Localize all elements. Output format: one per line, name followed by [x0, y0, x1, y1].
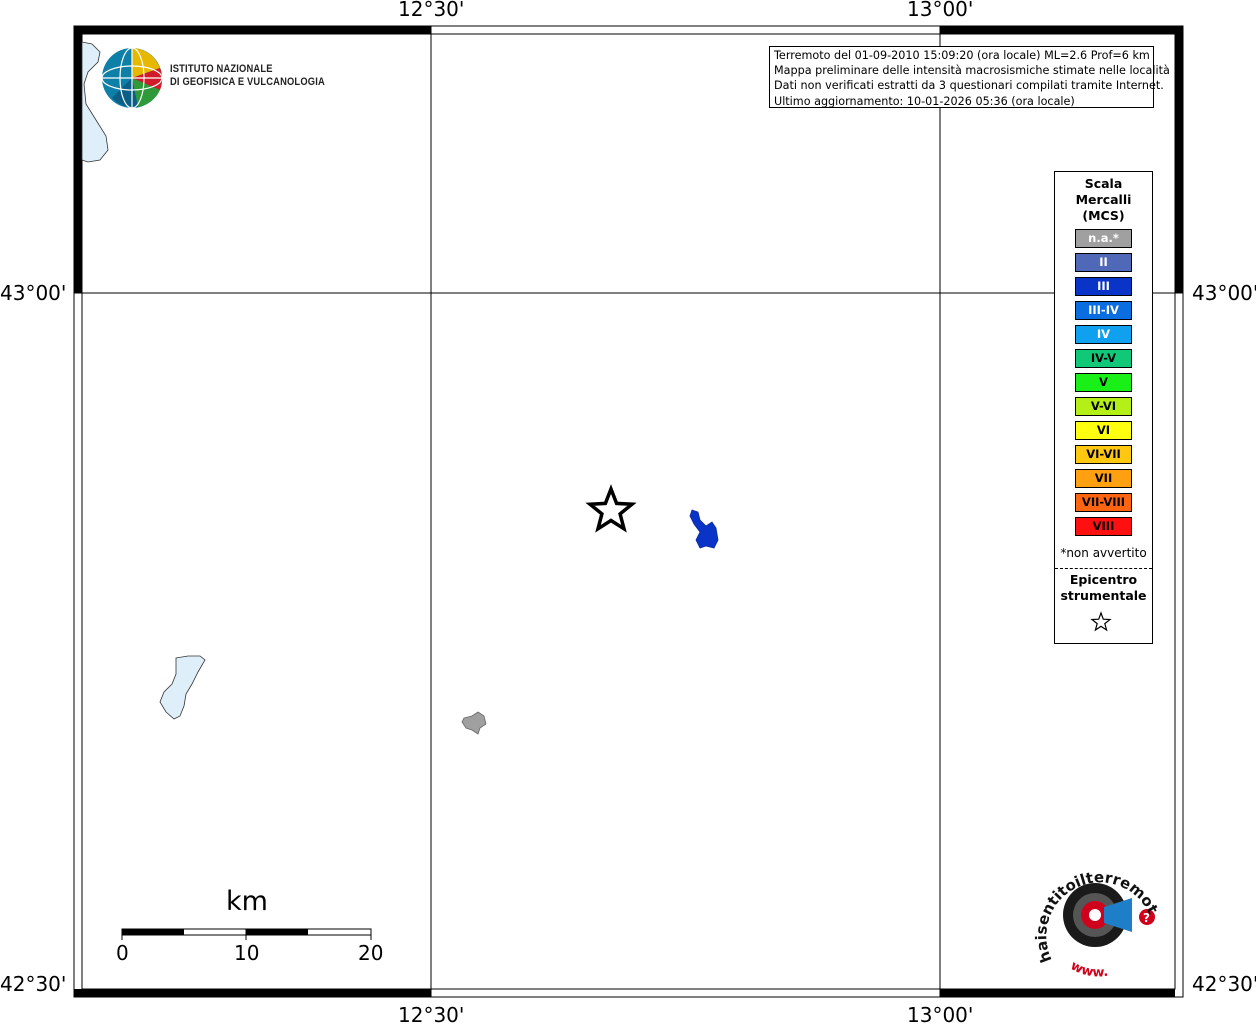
- legend-title-line: Mercalli: [1075, 192, 1132, 207]
- lat-label-right: 43°00': [1192, 281, 1256, 305]
- legend-title: Scala Mercalli (MCS): [1055, 176, 1152, 224]
- haisentito-logo-text: haisentitoilterremoto.it www.: [1030, 850, 1160, 980]
- scale-unit: km: [226, 886, 268, 917]
- watermark-url: www.: [1068, 958, 1109, 980]
- frame-segment: [74, 989, 431, 997]
- lake-shape: [81, 41, 109, 163]
- locality-intensity-na[interactable]: [461, 711, 487, 735]
- legend-swatch: VI: [1075, 421, 1132, 440]
- scale-label: 10: [234, 941, 260, 965]
- frame-segment: [940, 26, 1175, 34]
- logo-line: DI GEOFISICA E VULCANOLOGIA: [170, 76, 325, 88]
- watermark-brand: haisentitoilterremoto.it: [1030, 850, 1160, 965]
- legend-swatch: VII: [1075, 469, 1132, 488]
- legend-swatch: IV-V: [1075, 349, 1132, 368]
- lat-label-left: 43°00': [0, 281, 67, 305]
- legend-epicentre-line: strumentale: [1060, 588, 1147, 603]
- info-line: Dati non verificati estratti da 3 questi…: [774, 79, 1164, 93]
- svg-text:www.: www.: [1068, 958, 1109, 980]
- legend-swatch: V-VI: [1075, 397, 1132, 416]
- lon-label-top: 13°00': [907, 0, 974, 21]
- lon-label-bottom: 12°30': [398, 1003, 465, 1027]
- mcs-legend: Scala Mercalli (MCS) n.a.* II III III-IV IV I…: [1054, 171, 1153, 644]
- legend-swatch: VI-VII: [1075, 445, 1132, 464]
- legend-swatch: IV: [1075, 325, 1132, 344]
- lat-label-right: 42°30': [1192, 972, 1256, 996]
- info-line: Terremoto del 01-09-2010 15:09:20 (ora l…: [774, 49, 1150, 62]
- svg-text:haisentitoilterremoto.it: haisentitoilterremoto.it: [1030, 850, 1160, 965]
- lat-label-left: 42°30': [0, 972, 67, 996]
- legend-note: *non avvertito: [1060, 546, 1147, 560]
- lon-label-top: 12°30': [398, 0, 465, 21]
- legend-swatch: II: [1075, 253, 1132, 272]
- locality-intensity-iii[interactable]: [689, 509, 719, 549]
- legend-title-line: Scala: [1084, 176, 1123, 191]
- legend-swatch: n.a.*: [1075, 229, 1132, 248]
- legend-swatch: III-IV: [1075, 301, 1132, 320]
- legend-swatch: III: [1075, 277, 1132, 296]
- scale-bar: [121, 928, 372, 940]
- scale-label: 20: [358, 941, 384, 965]
- frame-segment: [74, 26, 82, 293]
- info-line: Mappa preliminare delle intensità macros…: [774, 64, 1170, 78]
- legend-swatch: VIII: [1075, 517, 1132, 536]
- legend-swatch: V: [1075, 373, 1132, 392]
- lake-shape: [159, 655, 206, 720]
- frame-segment: [74, 26, 431, 34]
- info-line: Ultimo aggiornamento: 10-01-2026 05:36 (…: [774, 94, 1075, 108]
- map-frame-outer: [73, 25, 1184, 998]
- map-frame-inner: [81, 33, 1176, 990]
- earthquake-info-box: Terremoto del 01-09-2010 15:09:20 (ora l…: [769, 46, 1170, 108]
- frame-segment: [940, 989, 1175, 997]
- logo-line: ISTITUTO NAZIONALE: [170, 63, 273, 75]
- legend-title-line: (MCS): [1082, 208, 1125, 223]
- legend-swatch: VII-VIII: [1075, 493, 1132, 512]
- lon-label-bottom: 13°00': [907, 1003, 974, 1027]
- legend-divider: [1055, 568, 1152, 569]
- legend-star-icon: [1090, 611, 1112, 632]
- epicentre-star[interactable]: [585, 484, 637, 533]
- ingv-logo-text: ISTITUTO NAZIONALE DI GEOFISICA E VULCAN…: [170, 63, 352, 89]
- frame-segment: [1175, 26, 1183, 293]
- ingv-logo-globe-icon: [101, 47, 163, 109]
- legend-epicentre-line: Epicentro: [1069, 572, 1138, 587]
- legend-epicentre-label: Epicentro strumentale: [1055, 572, 1152, 604]
- scale-label: 0: [116, 941, 129, 965]
